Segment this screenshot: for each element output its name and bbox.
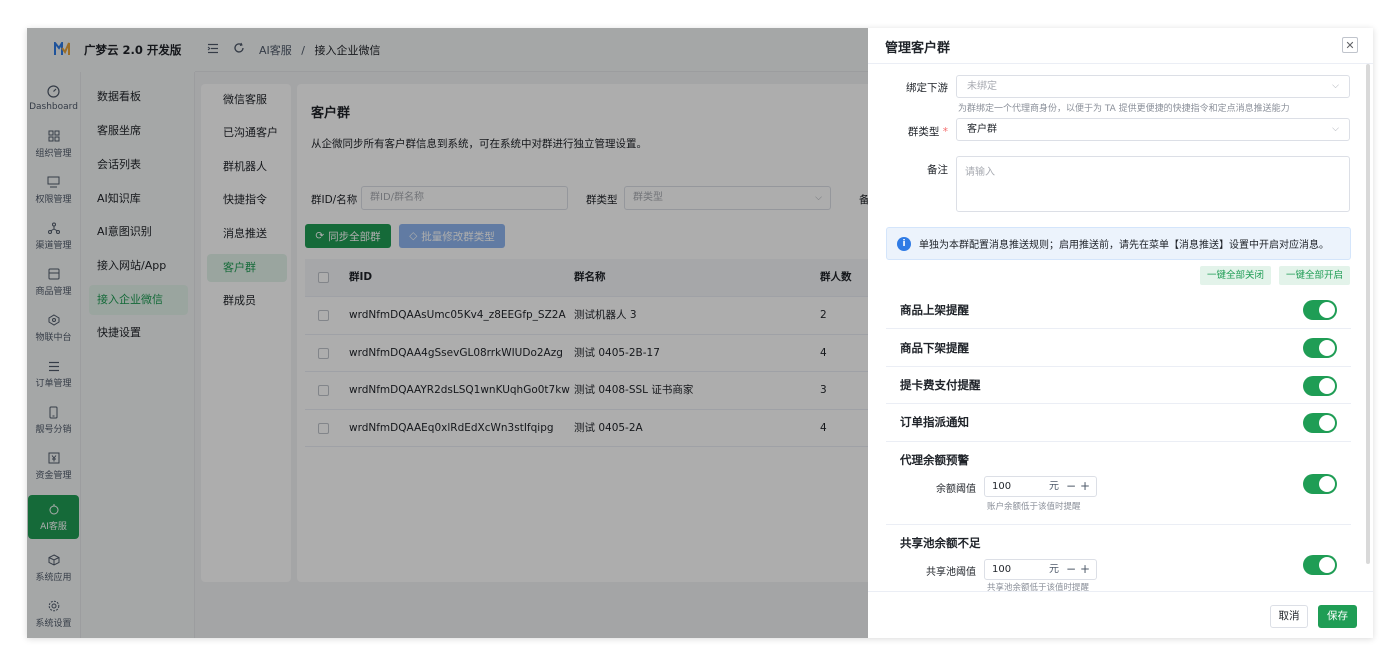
bind-label: 绑定下游 — [906, 82, 948, 94]
close-all-button[interactable]: 一键全部关闭 — [1200, 266, 1272, 285]
notify-row: 商品上架提醒 — [886, 291, 1351, 329]
notify-toggle[interactable] — [1303, 338, 1337, 358]
notify-toggle[interactable] — [1303, 413, 1337, 433]
notify-row: 共享池余额不足 共享池阈值 100 元 − + 共享池余额低于该值时提醒 — [886, 525, 1351, 593]
modal-overlay[interactable] — [27, 28, 868, 638]
bind-select[interactable]: 未绑定 ⌵ — [956, 75, 1350, 98]
threshold-unit: 元 — [1049, 564, 1059, 575]
notify-row: 订单指派通知 — [886, 404, 1351, 442]
threshold-hint: 账户余额低于该值时提醒 — [987, 502, 1081, 512]
increase-icon[interactable]: + — [1080, 560, 1090, 579]
threshold-label: 共享池阈值 — [926, 567, 976, 578]
cancel-button[interactable]: 取消 — [1270, 605, 1308, 628]
note-label: 备注 — [927, 164, 948, 176]
increase-icon[interactable]: + — [1080, 477, 1090, 496]
threshold-label: 余额阈值 — [936, 484, 976, 495]
notify-title: 商品下架提醒 — [900, 341, 969, 355]
divider — [868, 63, 1373, 64]
notify-title: 提卡费支付提醒 — [900, 378, 981, 392]
app-window: 广梦云 2.0 开发版 Dashboard 组织管理 权限管理 渠道管理 商品管… — [27, 28, 1373, 638]
info-text: 单独为本群配置消息推送规则；启用推送前，请先在菜单【消息推送】设置中开启对应消息… — [919, 240, 1329, 251]
threshold-value: 100 — [992, 481, 1012, 492]
drawer-footer: 取消 保存 — [868, 591, 1373, 638]
notify-row: 代理余额预警 余额阈值 100 元 − + 账户余额低于该值时提醒 — [886, 442, 1351, 525]
notify-title: 代理余额预警 — [900, 453, 969, 467]
notify-title: 订单指派通知 — [900, 415, 969, 429]
open-all-button[interactable]: 一键全部开启 — [1279, 266, 1351, 285]
notify-title: 商品上架提醒 — [900, 303, 969, 317]
decrease-icon[interactable]: − — [1066, 560, 1076, 579]
scrollbar[interactable] — [1366, 64, 1370, 564]
threshold-unit: 元 — [1049, 481, 1059, 492]
type-select[interactable]: 客户群 ⌵ — [956, 118, 1350, 141]
info-icon: i — [897, 236, 911, 251]
threshold-input[interactable]: 100 元 − + — [984, 559, 1097, 580]
chevron-down-icon: ⌵ — [1332, 81, 1339, 91]
type-value: 客户群 — [967, 124, 997, 135]
notify-title: 共享池余额不足 — [900, 536, 981, 550]
drawer-title: 管理客户群 — [885, 41, 951, 56]
chevron-down-icon: ⌵ — [1332, 124, 1339, 134]
decrease-icon[interactable]: − — [1066, 477, 1076, 496]
manage-group-drawer: 管理客户群 ✕ 绑定下游 未绑定 ⌵ 为群绑定一个代理商身份，以便于为 TA 提供… — [868, 28, 1373, 638]
type-label-text: 群类型 — [907, 126, 940, 138]
info-alert: i 单独为本群配置消息推送规则；启用推送前，请先在菜单【消息推送】设置中开启对应… — [886, 227, 1351, 260]
notify-toggle[interactable] — [1303, 474, 1337, 494]
close-icon[interactable]: ✕ — [1342, 37, 1358, 53]
type-label: 群类型 * — [888, 124, 948, 139]
notify-row: 提卡费支付提醒 — [886, 367, 1351, 404]
notify-toggle[interactable] — [1303, 300, 1337, 320]
note-textarea[interactable]: 请输入 — [956, 156, 1350, 212]
save-button[interactable]: 保存 — [1318, 605, 1357, 628]
bind-value: 未绑定 — [967, 81, 997, 92]
notify-toggle[interactable] — [1303, 376, 1337, 396]
threshold-input[interactable]: 100 元 − + — [984, 476, 1097, 497]
threshold-value: 100 — [992, 564, 1012, 575]
notify-toggle[interactable] — [1303, 555, 1337, 575]
required-mark: * — [942, 126, 948, 138]
notify-row: 商品下架提醒 — [886, 329, 1351, 367]
bind-hint: 为群绑定一个代理商身份，以便于为 TA 提供更便捷的快捷指令和定点消息推送能力 — [958, 104, 1290, 114]
